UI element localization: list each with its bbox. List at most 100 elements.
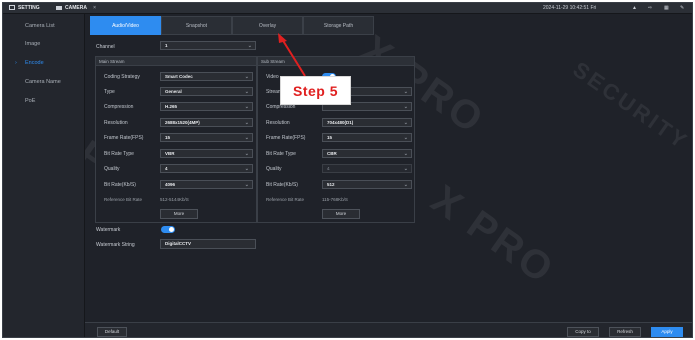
main-more-button[interactable]: More — [160, 209, 198, 219]
setting-tab[interactable]: SETTING — [9, 3, 40, 14]
coding-strategy-select[interactable]: Smart Codec ⌄ — [160, 72, 253, 81]
tab-overlay[interactable]: Overlay — [232, 16, 303, 35]
step-callout-text: Step 5 — [292, 83, 338, 99]
chevron-down-icon: ⌄ — [403, 182, 408, 188]
sub-stream-title: Sub Stream — [258, 57, 414, 66]
chevron-down-icon: ⌄ — [244, 120, 249, 126]
apply-button[interactable]: Apply — [651, 327, 683, 337]
sub-quality-select[interactable]: 4 ⌄ — [322, 164, 412, 173]
bit-rate-select[interactable]: 4096 ⌄ — [160, 180, 253, 189]
watermark-string-input[interactable]: DigitalCCTV — [160, 239, 256, 249]
sub-more-button[interactable]: More — [322, 209, 360, 219]
default-button[interactable]: Default — [97, 327, 127, 337]
field-label: Coding Strategy — [104, 74, 140, 80]
sidebar-item-label: PoE — [25, 98, 36, 104]
field-label: Quality — [266, 166, 282, 172]
reference-bit-rate-value: 512-5144Kb/S — [160, 197, 189, 202]
watermark-string-label: Watermark String — [96, 242, 135, 248]
reference-bit-rate-label: Reference Bit Rate — [104, 197, 143, 202]
field-label: Bit Rate(Kb/S) — [104, 182, 136, 188]
compression-select[interactable]: H.265 ⌄ — [160, 102, 253, 111]
datetime: 2024-11-29 10:42:51 Fri — [543, 5, 597, 11]
tools-icon[interactable]: ✎ — [680, 3, 684, 14]
sidebar-item-poe[interactable]: PoE — [3, 93, 85, 109]
app-window: X PRO X PRO SECURITY X PRO SETTING CAMER… — [2, 2, 693, 338]
sidebar-item-label: Encode — [25, 60, 44, 66]
top-bar: SETTING CAMERA × 2024-11-29 10:42:51 Fri… — [3, 3, 692, 14]
chevron-down-icon: ⌄ — [403, 89, 408, 95]
camera-tab[interactable]: CAMERA × — [56, 3, 96, 14]
chevron-down-icon: ⌄ — [244, 182, 249, 188]
tab-audio-video[interactable]: Audio/Video — [90, 16, 161, 35]
channel-label: Channel — [96, 44, 115, 50]
grid-icon — [9, 5, 15, 11]
select-value: 704x480(D1) — [327, 120, 354, 125]
select-value: 4 — [327, 166, 330, 171]
sub-bit-rate-select[interactable]: 512 ⌄ — [322, 180, 412, 189]
user-icon[interactable]: ▲ — [632, 3, 637, 14]
main-stream-title: Main Stream — [96, 57, 256, 66]
sidebar-item-label: Camera List — [25, 23, 55, 29]
footer-bar: Default Copy to Refresh Apply — [85, 322, 692, 337]
select-value: 15 — [165, 135, 171, 140]
chevron-down-icon: ⌄ — [403, 151, 408, 157]
quality-select[interactable]: 4 ⌄ — [160, 164, 253, 173]
channel-value: 1 — [165, 43, 168, 48]
channel-select[interactable]: 1 ⌄ — [160, 41, 256, 50]
sub-bit-rate-type-select[interactable]: CBR ⌄ — [322, 149, 412, 158]
chevron-down-icon: ⌄ — [403, 135, 408, 141]
watermark-overlay: X PRO — [423, 177, 563, 294]
sidebar-item-encode[interactable]: › Encode — [3, 55, 85, 71]
field-label: Type — [104, 89, 115, 95]
select-value: VBR — [165, 151, 175, 156]
field-label: Video — [266, 74, 279, 80]
field-label: Bit Rate(Kb/S) — [266, 182, 298, 188]
menu-grid-icon[interactable]: ▦ — [664, 3, 669, 14]
sidebar-item-label: Image — [25, 41, 41, 47]
select-value: 512 — [327, 182, 335, 187]
reference-bit-rate-value: 115-768Kb/S — [322, 197, 348, 202]
sub-frame-rate-select[interactable]: 15 ⌄ — [322, 133, 412, 142]
resolution-select[interactable]: 2688x1520(4MP) ⌄ — [160, 118, 253, 127]
refresh-button[interactable]: Refresh — [609, 327, 641, 337]
sub-resolution-select[interactable]: 704x480(D1) ⌄ — [322, 118, 412, 127]
type-select[interactable]: General ⌄ — [160, 87, 253, 96]
field-label: Resolution — [104, 120, 128, 126]
frame-rate-select[interactable]: 15 ⌄ — [160, 133, 253, 142]
sidebar: Camera List Image › Encode Camera Name Po… — [3, 14, 85, 337]
chevron-down-icon: ⌄ — [247, 43, 252, 49]
setting-label: SETTING — [18, 5, 40, 11]
select-value: CBR — [327, 151, 337, 156]
sidebar-item-label: Camera Name — [25, 79, 61, 85]
chevron-right-icon: › — [15, 60, 17, 66]
field-label: Bit Rate Type — [104, 151, 134, 157]
chevron-down-icon: ⌄ — [403, 166, 408, 172]
tab-storage-path[interactable]: Storage Path — [303, 16, 374, 35]
bit-rate-type-select[interactable]: VBR ⌄ — [160, 149, 253, 158]
logout-icon[interactable]: ⇨ — [648, 3, 652, 14]
chevron-down-icon: ⌄ — [244, 151, 249, 157]
field-label: Bit Rate Type — [266, 151, 296, 157]
field-label: Resolution — [266, 120, 290, 126]
chevron-down-icon: ⌄ — [403, 120, 408, 126]
step-callout: Step 5 — [280, 76, 351, 105]
watermark-label: Watermark — [96, 227, 121, 233]
camera-icon — [56, 5, 62, 10]
sidebar-item-camera-list[interactable]: Camera List — [3, 18, 85, 34]
tab-snapshot[interactable]: Snapshot — [161, 16, 232, 35]
close-icon[interactable]: × — [93, 5, 96, 11]
copy-to-button[interactable]: Copy to — [567, 327, 599, 337]
select-value: 4 — [165, 166, 168, 171]
sidebar-item-camera-name[interactable]: Camera Name — [3, 74, 85, 90]
select-value: 2688x1520(4MP) — [165, 120, 200, 125]
field-label: Compression — [104, 104, 134, 110]
select-value: 15 — [327, 135, 333, 140]
watermark-toggle[interactable] — [161, 226, 175, 233]
chevron-down-icon: ⌄ — [403, 104, 408, 110]
reference-bit-rate-label: Reference Bit Rate — [266, 197, 305, 202]
field-label: Quality — [104, 166, 120, 172]
chevron-down-icon: ⌄ — [244, 74, 249, 80]
field-label: Frame Rate(FPS) — [266, 135, 306, 141]
sidebar-item-image[interactable]: Image — [3, 36, 85, 52]
watermark-overlay: SECURITY — [568, 56, 693, 155]
